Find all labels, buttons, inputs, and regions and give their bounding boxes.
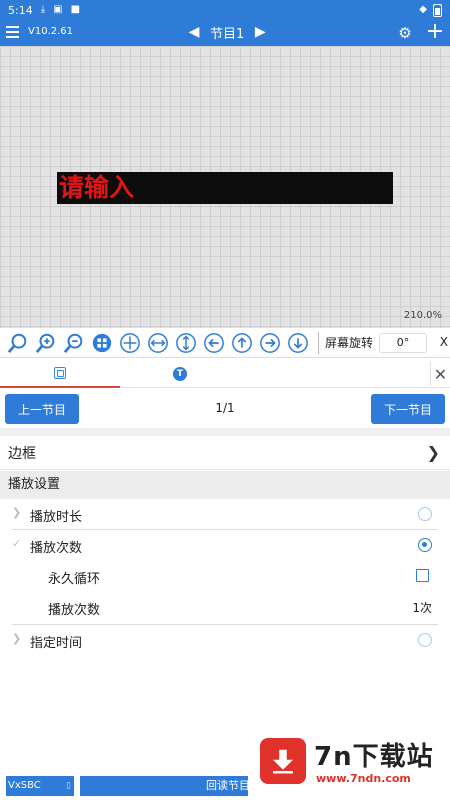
chevron-right-icon: ❯ — [426, 443, 440, 462]
wifi-icon: ◆ — [419, 4, 427, 15]
battery-icon — [433, 3, 442, 17]
play-settings-header: 播放设置 — [0, 471, 450, 499]
zoom-in-icon[interactable] — [34, 331, 58, 355]
status-time: 5:14 — [8, 3, 33, 17]
toolbar-separator — [318, 331, 319, 354]
next-program-button[interactable]: 下一节目 — [371, 394, 445, 424]
image-frame-icon — [54, 367, 66, 379]
image-notification-icon: ▣ — [53, 4, 63, 15]
app-bar: V10.2.61 ◀ 节目1 ▶ ⚙ + — [0, 20, 450, 46]
zoom-out-icon[interactable] — [62, 331, 86, 355]
play-duration-radio[interactable] — [418, 507, 432, 521]
play-count-value[interactable]: 1次 — [412, 599, 432, 616]
download-arrow-icon — [260, 738, 306, 784]
wx-sbc-button[interactable]: VxSBC — [6, 776, 74, 796]
zoom-level: 210.0% — [403, 310, 442, 321]
fit-height-icon[interactable] — [174, 331, 198, 355]
loop-forever-checkbox[interactable] — [416, 569, 429, 582]
tab-image[interactable] — [0, 360, 120, 388]
prev-program-arrow-icon[interactable]: ◀ — [186, 22, 202, 42]
specified-time-label: 指定时间 — [30, 636, 83, 651]
loop-forever-label: 永久循环 — [48, 572, 101, 587]
menu-icon[interactable] — [6, 26, 19, 38]
program-navigation: 上一节目 1/1 下一节目 — [0, 390, 450, 428]
led-text: 请输入 — [59, 173, 135, 202]
play-duration-row[interactable]: ❯ 播放时长 — [0, 500, 450, 528]
program-title: 节目1 — [210, 26, 245, 42]
editor-toolbar: 屏幕旋转 0° X — [0, 328, 450, 358]
screen-rotate-label: 屏幕旋转 — [325, 336, 374, 350]
chevron-right-icon: ❯ — [12, 632, 22, 645]
page-indicator: 1/1 — [215, 401, 235, 415]
prev-program-button[interactable]: 上一节目 — [5, 394, 79, 424]
tab-text[interactable]: T — [120, 360, 240, 388]
move-right-icon[interactable] — [258, 331, 282, 355]
play-count-label: 播放次数 — [48, 603, 101, 618]
next-program-arrow-icon[interactable]: ▶ — [252, 22, 268, 42]
chevron-down-icon: ✓ — [12, 537, 22, 550]
border-setting-row[interactable]: 边框 ❯ — [0, 436, 450, 470]
property-tabs: T ✕ — [0, 360, 450, 388]
border-label: 边框 — [8, 445, 36, 462]
play-count-radio[interactable] — [418, 538, 432, 552]
text-t-icon: T — [173, 367, 187, 381]
screen-rotate-input[interactable]: 0° — [379, 332, 428, 353]
zoom-fit-icon[interactable] — [6, 331, 30, 355]
play-count-title: 播放次数 — [30, 541, 83, 556]
move-all-icon[interactable] — [118, 331, 142, 355]
close-icon[interactable]: ✕ — [430, 362, 450, 386]
move-down-icon[interactable] — [286, 331, 310, 355]
toolbar-x-label[interactable]: X — [440, 335, 448, 349]
move-up-icon[interactable] — [230, 331, 254, 355]
read-program-button[interactable]: 回读节目 — [80, 776, 260, 796]
specified-time-radio[interactable] — [418, 633, 432, 647]
row-divider — [12, 624, 438, 625]
grid-view-icon[interactable] — [90, 331, 114, 355]
row-divider — [12, 529, 438, 530]
app-version: V10.2.61 — [28, 26, 74, 37]
add-icon[interactable]: + — [425, 20, 445, 46]
play-count-row[interactable]: ✓ 播放次数 — [0, 531, 450, 559]
loop-forever-row[interactable]: 永久循环 — [0, 562, 450, 590]
led-text-area[interactable]: 请输入 — [57, 172, 393, 204]
play-count-value-row[interactable]: 播放次数 1次 — [0, 593, 450, 621]
program-switcher: ◀ 节目1 ▶ — [186, 22, 268, 42]
section-divider — [0, 428, 450, 436]
chevron-right-icon: ❯ — [12, 506, 22, 519]
gear-icon[interactable]: ⚙ — [396, 23, 414, 43]
status-bar: 5:14 ⤓ ▣ ■ ◆ — [0, 0, 450, 20]
watermark-url: www.7ndn.com — [316, 772, 411, 785]
move-left-icon[interactable] — [202, 331, 226, 355]
fit-width-icon[interactable] — [146, 331, 170, 355]
led-canvas[interactable]: 请输入 210.0% — [0, 46, 450, 328]
specified-time-row[interactable]: ❯ 指定时间 — [0, 626, 450, 654]
play-duration-label: 播放时长 — [30, 510, 83, 525]
site-watermark: 7n下载站 www.7ndn.com — [248, 724, 450, 800]
app-notification-icon: ■ — [70, 4, 81, 15]
download-icon: ⤓ — [40, 4, 46, 15]
watermark-title: 7n下载站 — [314, 742, 434, 772]
